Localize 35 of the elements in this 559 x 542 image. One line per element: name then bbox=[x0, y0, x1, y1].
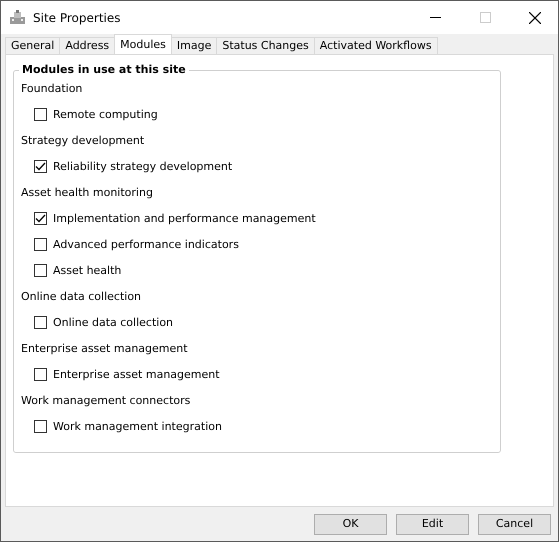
checkbox[interactable] bbox=[34, 420, 47, 433]
close-icon bbox=[529, 12, 541, 24]
checkbox-label: Asset health bbox=[53, 263, 122, 279]
checkbox-label: Reliability strategy development bbox=[53, 159, 232, 175]
checkbox-label: Implementation and performance management bbox=[53, 211, 316, 227]
maximize-icon bbox=[480, 12, 490, 23]
section-heading: Strategy development bbox=[21, 134, 144, 147]
dialog-button[interactable]: OK bbox=[314, 514, 387, 534]
minimize-icon bbox=[430, 17, 440, 18]
building-icon bbox=[9, 10, 26, 25]
dialog-button[interactable]: Edit bbox=[396, 514, 469, 534]
tab[interactable]: Modules bbox=[114, 34, 172, 54]
section-heading: Online data collection bbox=[21, 290, 142, 303]
tab[interactable]: General bbox=[5, 37, 60, 54]
section-heading: Enterprise asset management bbox=[21, 342, 188, 355]
tab[interactable]: Activated Workflows bbox=[314, 37, 438, 54]
checkbox[interactable] bbox=[34, 160, 47, 173]
tab[interactable]: Status Changes bbox=[216, 37, 315, 54]
section-heading: Work management connectors bbox=[21, 394, 190, 407]
checkbox[interactable] bbox=[34, 316, 47, 329]
checkbox[interactable] bbox=[34, 212, 47, 225]
checkbox-label: Advanced performance indicators bbox=[53, 237, 239, 253]
section-heading: Foundation bbox=[21, 82, 82, 95]
checkbox[interactable] bbox=[34, 238, 47, 251]
checkbox-label: Online data collection bbox=[53, 315, 174, 331]
checkbox[interactable] bbox=[34, 264, 47, 277]
checkbox[interactable] bbox=[34, 108, 47, 121]
checkbox-label: Remote computing bbox=[53, 107, 158, 123]
tab[interactable]: Image bbox=[170, 37, 218, 54]
window-title: Site Properties bbox=[33, 10, 120, 26]
checkbox[interactable] bbox=[34, 368, 47, 381]
section-heading: Asset health monitoring bbox=[21, 186, 153, 199]
dialog-button[interactable]: Cancel bbox=[478, 514, 551, 534]
checkbox-label: Work management integration bbox=[53, 419, 222, 435]
checkbox-label: Enterprise asset management bbox=[53, 367, 220, 383]
